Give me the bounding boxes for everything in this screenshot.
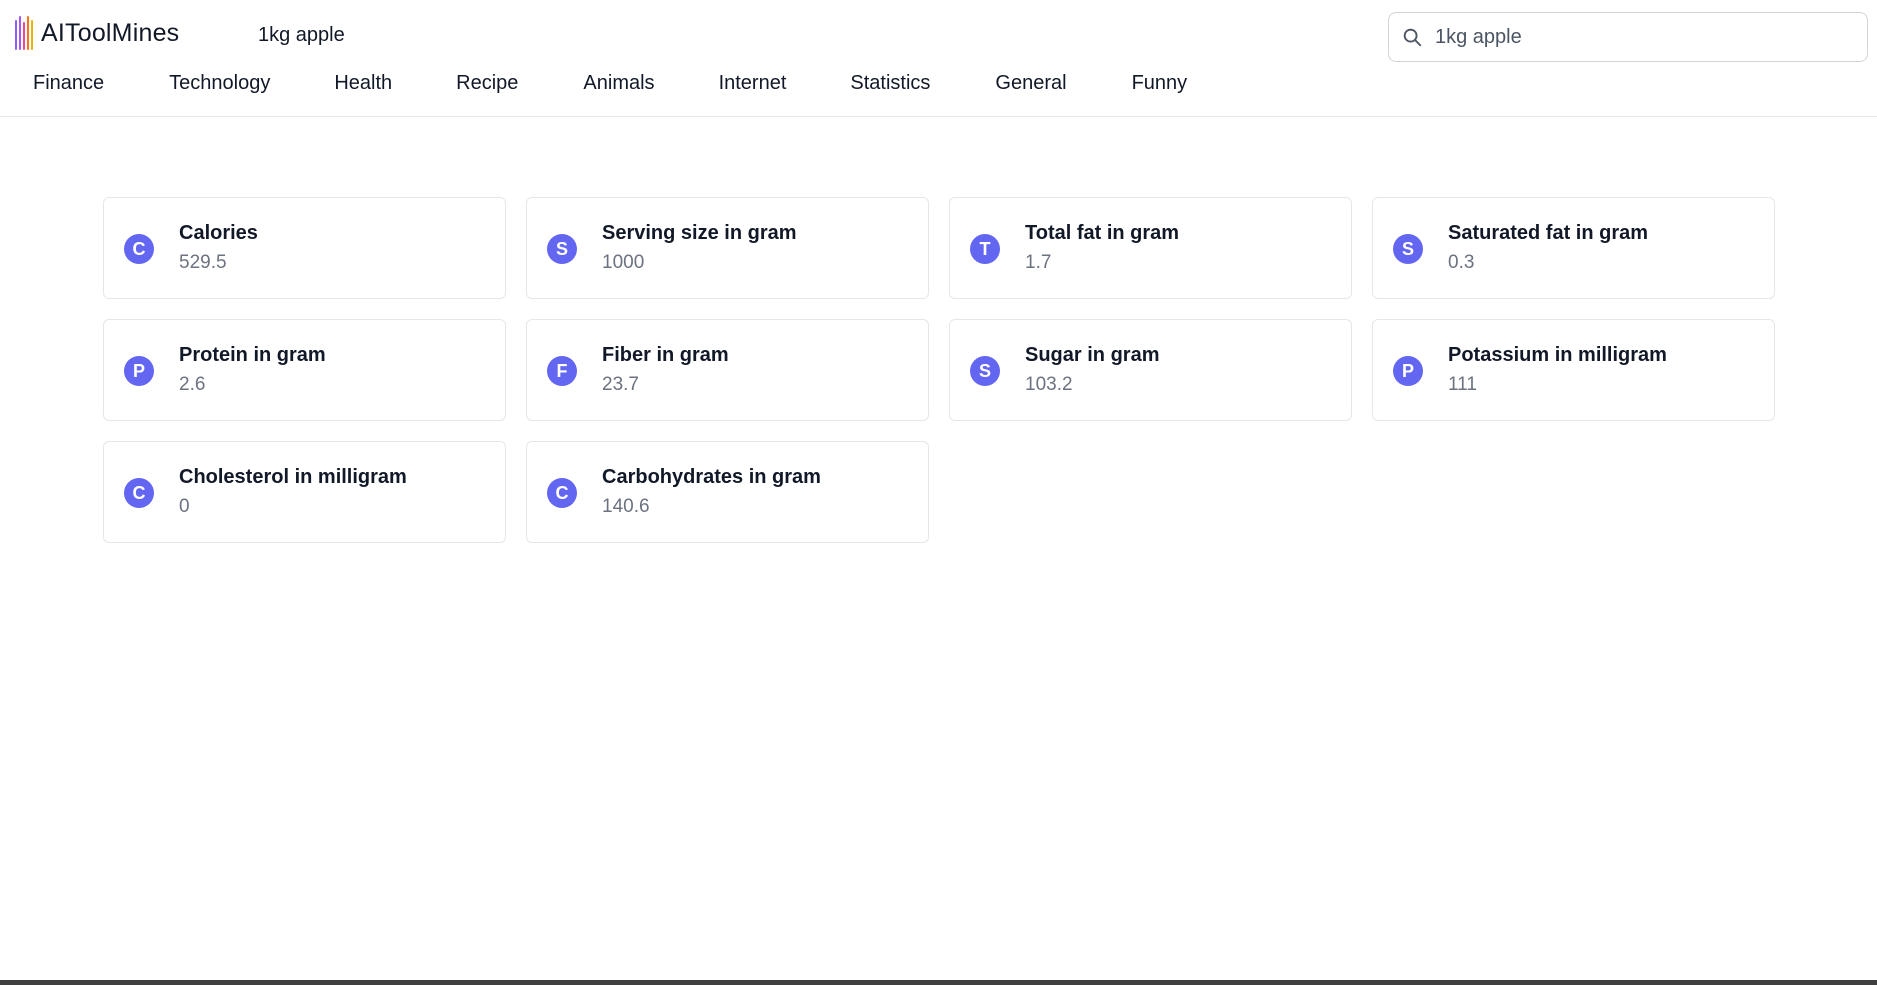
nutrition-grid: C Calories 529.5 S Serving size in gram … [103, 197, 1775, 543]
nav-item-recipe[interactable]: Recipe [456, 68, 518, 99]
logo-bar [27, 16, 29, 50]
nav-item-general[interactable]: General [995, 68, 1066, 99]
initial-badge: C [547, 478, 577, 508]
nutrition-card-calories: C Calories 529.5 [103, 197, 506, 299]
logo-bar [31, 20, 33, 50]
initial-badge: C [124, 478, 154, 508]
search-icon [1403, 28, 1422, 47]
nav-item-animals[interactable]: Animals [583, 68, 654, 99]
initial-badge: S [547, 234, 577, 264]
logo-bar [19, 16, 21, 50]
logo-bars-icon [15, 16, 33, 50]
initial-badge: S [1393, 234, 1423, 264]
initial-badge: F [547, 356, 577, 386]
card-value: 111 [1448, 374, 1477, 395]
initial-badge: P [1393, 356, 1423, 386]
initial-badge: C [124, 234, 154, 264]
nav-item-statistics[interactable]: Statistics [850, 68, 930, 99]
card-value: 140.6 [602, 496, 650, 517]
brand-name: AIToolMines [41, 18, 180, 47]
category-nav: Finance Technology Health Recipe Animals… [0, 68, 1187, 99]
nutrition-card-protein: P Protein in gram 2.6 [103, 319, 506, 421]
nutrition-card-cholesterol: C Cholesterol in milligram 0 [103, 441, 506, 543]
card-value: 529.5 [179, 252, 227, 273]
nutrition-card-saturated-fat: S Saturated fat in gram 0.3 [1372, 197, 1775, 299]
card-value: 0 [179, 496, 190, 517]
card-label: Sugar in gram [1025, 344, 1160, 366]
card-label: Protein in gram [179, 344, 326, 366]
nav-item-health[interactable]: Health [334, 68, 392, 99]
card-value: 0.3 [1448, 252, 1475, 273]
nutrition-card-total-fat: T Total fat in gram 1.7 [949, 197, 1352, 299]
nutrition-card-sugar: S Sugar in gram 103.2 [949, 319, 1352, 421]
card-value: 2.6 [179, 374, 206, 395]
card-label: Total fat in gram [1025, 222, 1180, 244]
search-input[interactable] [1433, 21, 1855, 53]
nutrition-card-carbohydrates: C Carbohydrates in gram 140.6 [526, 441, 929, 543]
nav-item-technology[interactable]: Technology [169, 68, 270, 99]
card-value: 1.7 [1025, 252, 1052, 273]
card-label: Saturated fat in gram [1448, 222, 1649, 244]
card-label: Cholesterol in milligram [179, 466, 407, 488]
search-box[interactable] [1388, 12, 1868, 62]
card-value: 23.7 [602, 374, 639, 395]
card-value: 1000 [602, 252, 645, 273]
nutrition-card-fiber: F Fiber in gram 23.7 [526, 319, 929, 421]
nav-item-finance[interactable]: Finance [33, 68, 104, 99]
window-bottom-edge [0, 980, 1877, 985]
card-value: 103.2 [1025, 374, 1073, 395]
site-header: AIToolMines 1kg apple Finance Technology… [0, 0, 1877, 117]
nav-item-funny[interactable]: Funny [1132, 68, 1188, 99]
card-label: Serving size in gram [602, 222, 797, 244]
card-label: Potassium in milligram [1448, 344, 1667, 366]
card-label: Carbohydrates in gram [602, 466, 821, 488]
site-logo[interactable]: AIToolMines [15, 16, 179, 50]
nav-item-internet[interactable]: Internet [719, 68, 787, 99]
initial-badge: S [970, 356, 1000, 386]
initial-badge: T [970, 234, 1000, 264]
nutrition-card-potassium: P Potassium in milligram 111 [1372, 319, 1775, 421]
nutrition-card-serving-size: S Serving size in gram 1000 [526, 197, 929, 299]
initial-badge: P [124, 356, 154, 386]
logo-bar [23, 22, 25, 50]
card-label: Calories [179, 222, 258, 244]
query-title: 1kg apple [258, 24, 345, 46]
logo-bar [15, 20, 17, 50]
card-label: Fiber in gram [602, 344, 729, 366]
